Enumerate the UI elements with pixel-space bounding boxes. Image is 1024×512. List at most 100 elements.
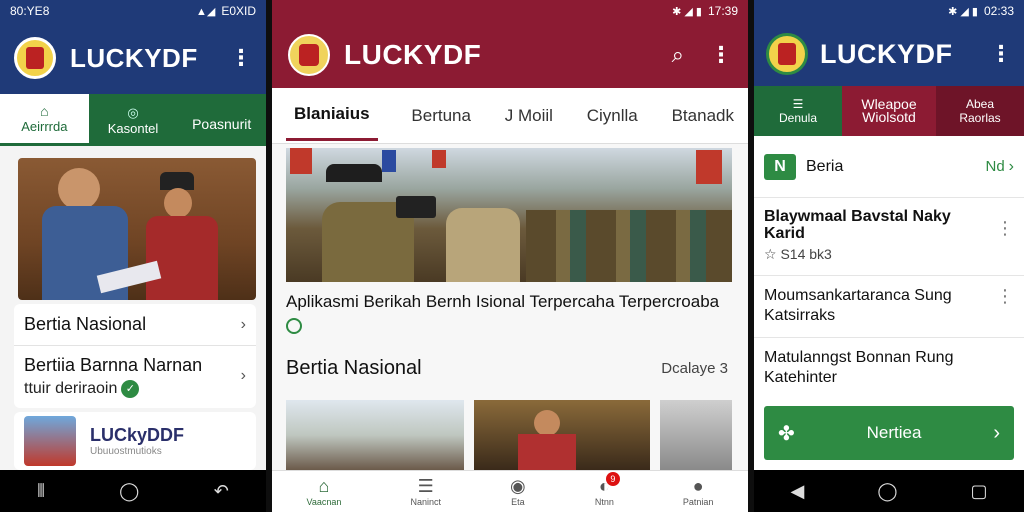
primary-button-label: Nertiea (866, 423, 922, 442)
tab-national[interactable]: ◎ Kasontel (89, 94, 178, 146)
bottom-nav-explore[interactable]: ◉ Eta (510, 476, 526, 507)
bottom-nav-profile[interactable]: ● Patnian (683, 476, 714, 507)
promo-subtitle: Ubuuostmutioks (90, 446, 162, 457)
chevron-right-icon: › (240, 367, 246, 384)
tab-bar: ⌂ Aeirrrda ◎ Kasontel Poasnurit (0, 94, 266, 146)
emblem-icon (299, 44, 319, 66)
tab-label: Wleapoe Wiolsotd (861, 96, 917, 125)
home-button-icon[interactable]: ◯ (877, 481, 897, 502)
back-icon[interactable]: ◀ (790, 481, 804, 502)
bottom-nav-list[interactable]: ☰ Naninct (410, 476, 441, 507)
promo-title: LUCkyDDF (90, 425, 185, 445)
tab[interactable]: Ciynlla (587, 106, 638, 126)
back-icon[interactable]: ↶ (214, 481, 229, 502)
more-vertical-icon[interactable]: ⋮ (996, 208, 1014, 239)
content-panel: N Beria Nd › Blaywmaal Bavstal Naky Kari… (754, 136, 1024, 470)
home-button-icon[interactable]: ◯ (119, 481, 139, 502)
tab-label: Abea Raorlas (959, 97, 1001, 125)
list-item-title: Moumsankartaranca Sung Katsirraks (764, 287, 952, 324)
signal-icon: ✱ ◢ ▮ (948, 5, 978, 18)
home-icon: ⌂ (40, 103, 49, 119)
home-icon: ⌂ (318, 476, 330, 496)
person-head (164, 188, 192, 218)
compass-icon: ◉ (510, 476, 526, 496)
section-more-link[interactable]: Nd (985, 158, 1004, 175)
section-more-link[interactable]: Dcalaye 3 (661, 360, 728, 377)
status-time: 02:33 (983, 4, 1014, 18)
list-item[interactable]: Matulanngst Bonnan Rung Katehinter (754, 338, 1024, 400)
status-bar: ✱ ◢ ▮ 17:39 (272, 0, 748, 22)
bottom-nav-home[interactable]: ⌂ Vaacnan (307, 476, 342, 507)
phone-screen-left: 80:YE8 ▲◢ E0XID LUCKYDF ⋮ ⌂ Aeirrrda ◎ Ka… (0, 0, 266, 512)
search-icon[interactable]: ⌕ (672, 42, 684, 68)
overflow-menu-icon[interactable]: ⋮ (990, 41, 1012, 67)
primary-button[interactable]: ✤ Nertiea › (764, 406, 1014, 460)
hero-photo[interactable] (286, 148, 732, 282)
section-header: N Beria Nd › (754, 136, 1024, 198)
app-header: LUCKYDF ⋮ (0, 22, 266, 94)
tab-label: Aeirrrda (21, 119, 68, 134)
tab-home[interactable]: ⌂ Aeirrrda (0, 94, 89, 146)
status-time: 17:39 (707, 4, 738, 18)
list-item-title: Bertia Nasional (24, 314, 147, 334)
tab-other[interactable]: Poasnurit (177, 94, 266, 146)
news-thumbnail[interactable] (286, 400, 464, 470)
system-nav-bar: ⫴ ◯ ↶ (0, 470, 266, 512)
tab[interactable]: J Moiil (505, 106, 553, 126)
promo-card[interactable]: LUCkyDDF Ubuuostmutioks (14, 412, 256, 470)
tab[interactable]: Bertuna (411, 106, 471, 126)
recents-icon[interactable]: ▢ (970, 481, 987, 502)
person-body (446, 208, 520, 282)
bottom-nav-notifications[interactable]: ◐ 9 Ntnn (594, 472, 620, 507)
tab[interactable]: Btanadk (672, 106, 734, 126)
news-thumbnail[interactable] (474, 400, 650, 470)
app-header: LUCKYDF ⌕ ⋮ (272, 22, 748, 88)
hero-photo[interactable] (18, 158, 256, 300)
section-title: Beria (806, 157, 844, 175)
tab-list[interactable]: ☰ Denula (754, 86, 842, 136)
app-title: LUCKYDF (344, 39, 482, 70)
tab-other[interactable]: Abea Raorlas (936, 86, 1024, 136)
tab-label: Kasontel (107, 120, 159, 136)
phone-screen-right: ✱ ◢ ▮ 02:33 LUCKYDF ⋮ ☰ Denula Wleapoe Wi… (754, 0, 1024, 512)
tab-label: Denula (778, 111, 818, 125)
list-item[interactable]: Bertia Nasional › (14, 304, 256, 346)
list-item[interactable]: Bertiia Barnna Narnan ttuir deriraoin ✓ … (14, 346, 256, 406)
nav-label: Vaacnan (306, 497, 342, 507)
clock-icon (286, 317, 302, 334)
signal-icon: ▲◢ (195, 5, 216, 18)
overflow-menu-icon[interactable]: ⋮ (230, 45, 252, 71)
overflow-menu-icon[interactable]: ⋮ (710, 42, 732, 68)
clover-icon: ✤ (778, 422, 795, 445)
list-item-title: Matulanngst Bonnan Rung Katehinter (764, 349, 954, 386)
emblem-icon (778, 43, 796, 65)
news-thumbnail[interactable] (660, 400, 732, 470)
status-bar: 80:YE8 ▲◢ E0XID (0, 0, 266, 22)
flag (382, 150, 396, 172)
recents-icon[interactable]: ⫴ (37, 481, 45, 502)
phone-screen-center: ✱ ◢ ▮ 17:39 LUCKYDF ⌕ ⋮ Blaniaius Bertuna… (272, 0, 748, 512)
profile-icon: ● (692, 476, 704, 496)
nav-label: Eta (511, 497, 525, 507)
chevron-right-icon: › (1008, 157, 1014, 175)
hero-caption: Aplikasmi Berikah Bernh Isional Terperca… (286, 290, 732, 336)
app-logo (14, 37, 56, 79)
list-item-subtext: ttuir deriraoin (24, 379, 118, 397)
more-vertical-icon[interactable]: ⋮ (996, 286, 1014, 307)
bottom-nav: ⌂ Vaacnan ☰ Naninct ◉ Eta ◐ 9 Ntnn ● Patnian (272, 470, 748, 512)
person-body (146, 216, 218, 300)
tab-selected[interactable]: Wleapoe Wiolsotd (842, 86, 936, 136)
cap (326, 164, 382, 182)
tab-selected[interactable]: Blaniaius (286, 90, 378, 141)
nav-label: Ntnn (594, 497, 614, 507)
news-list: Bertia Nasional › Bertiia Barnna Narnan … (14, 304, 256, 408)
list-item-title: Bertiia Barnna Narnan (24, 354, 203, 375)
section-title: Bertia Nasional (286, 356, 422, 379)
list-item[interactable]: Blaywmaal Bavstal Naky Karid ☆ S14 bk3 ⋮ (754, 198, 1024, 276)
section-header: Bertia Nasional Dcalaye 3 (272, 352, 748, 384)
list-item[interactable]: Moumsankartaranca Sung Katsirraks ⋮ (754, 276, 1024, 338)
system-nav-bar: ◀ ◯ ▢ (754, 470, 1024, 512)
emblem-icon (26, 47, 44, 69)
app-logo (288, 34, 330, 76)
app-header: LUCKYDF ⋮ (754, 22, 1024, 86)
